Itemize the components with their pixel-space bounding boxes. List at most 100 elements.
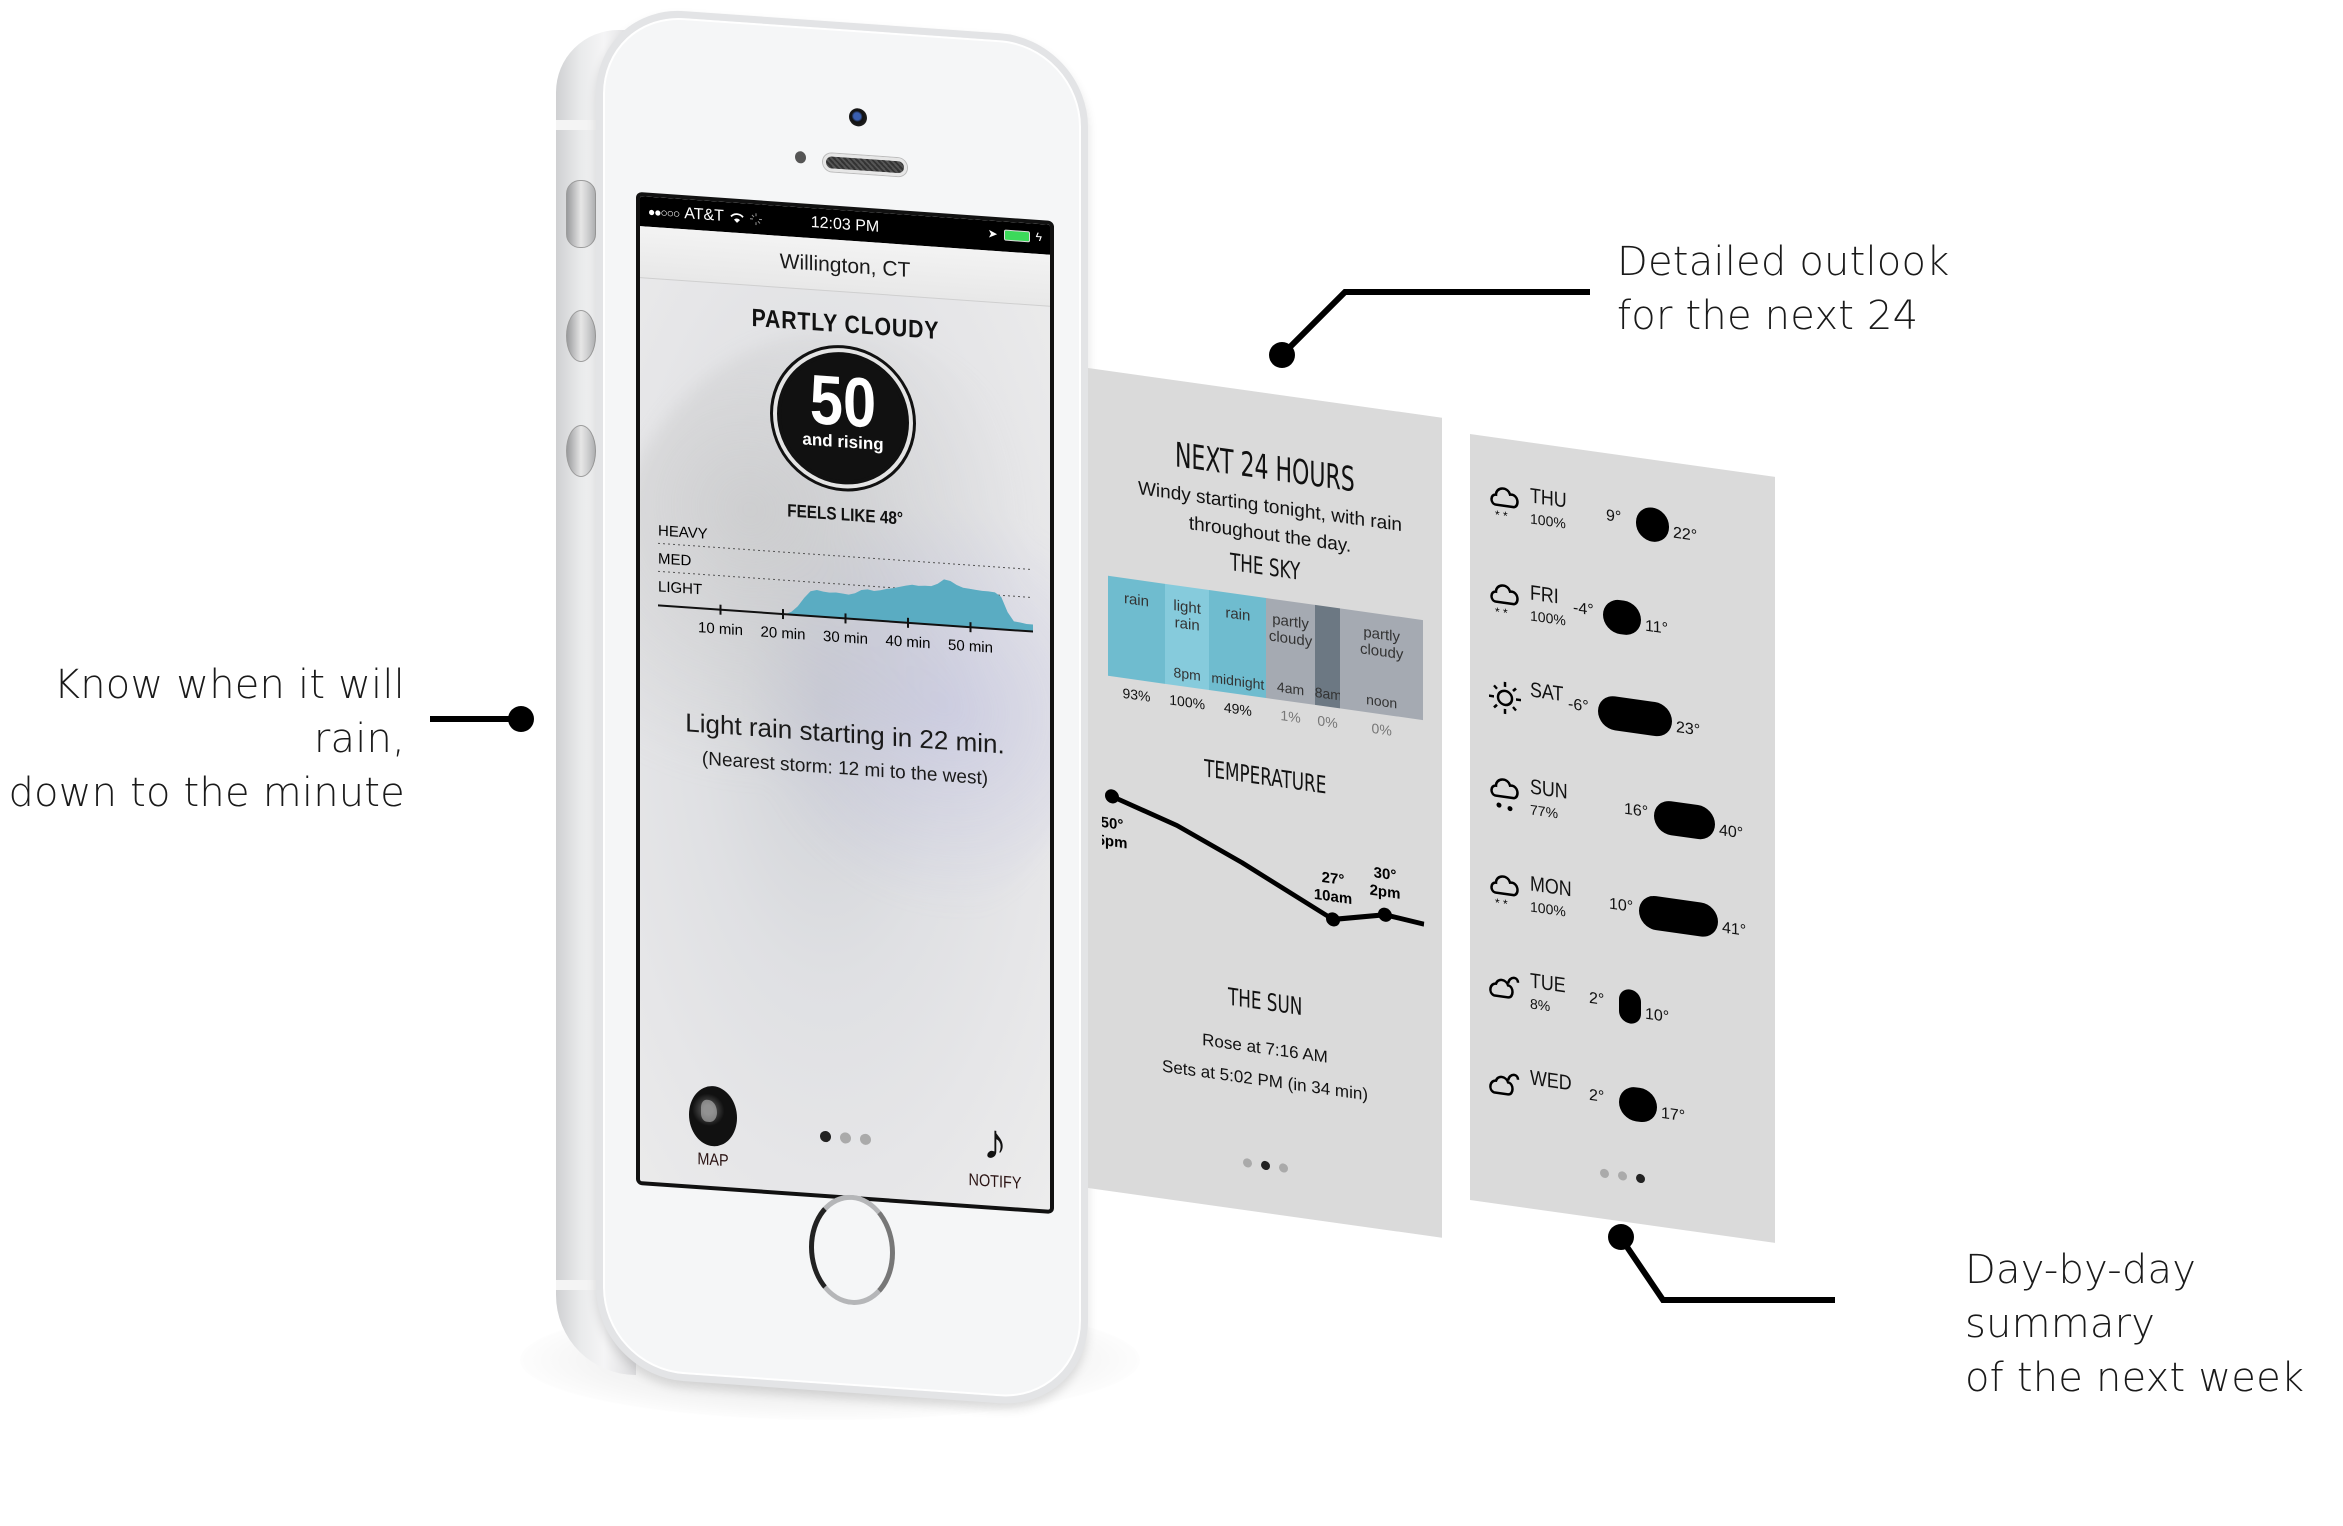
earpiece-speaker [823, 152, 907, 177]
sky-title-text: THE SKY [1229, 547, 1301, 586]
low-temp: 9° [1606, 507, 1622, 527]
low-temp: 2° [1589, 989, 1605, 1009]
sky-condition-label [1315, 617, 1341, 621]
callout-line: Detailed outlook [1617, 239, 1950, 285]
precip-chance: 8% [1530, 995, 1551, 1015]
rain-cloud-icon [1490, 778, 1519, 812]
sky-time-label: 8am [1314, 683, 1342, 704]
wifi-icon [730, 213, 744, 223]
sky-condition-label: light rain [1173, 597, 1201, 635]
low-temp: -4° [1573, 599, 1594, 620]
day-name: TUE [1530, 969, 1572, 999]
sky-segment: partly cloudy noon [1340, 608, 1423, 721]
day-name-text: MON [1530, 872, 1572, 902]
high-temp: 17° [1661, 1104, 1686, 1126]
carrier-label: AT&T [684, 205, 724, 225]
volume-up-button[interactable] [566, 310, 596, 362]
day-name-text: SUN [1530, 775, 1568, 804]
sky-time-label: 4am [1276, 678, 1305, 699]
sky-precip-pct: 0% [1371, 719, 1392, 739]
temperature-point [1326, 912, 1340, 927]
page-dot-2[interactable] [1260, 1160, 1270, 1171]
phone-screen: ●●○○○ AT&T 12:03 PM ➤ ϟ Willington, CT P… [636, 191, 1054, 1215]
day-name: THU [1530, 484, 1573, 514]
callout-line: of the next week [1965, 1355, 2305, 1401]
day-row[interactable]: TUE 8% 2° 10° [1488, 962, 1768, 1061]
music-note-icon: ♪ [982, 1113, 1008, 1171]
callout-line: down to the minute [8, 770, 405, 816]
callout-rain-by-minute: Know when it will rain, down to the minu… [0, 658, 405, 820]
sky-condition-label: partly cloudy [1268, 610, 1313, 651]
day-row[interactable]: WED 2° 17° [1488, 1059, 1768, 1158]
day-name: SAT [1530, 678, 1569, 708]
connector-top-line [1280, 289, 1590, 357]
svg-text:* *: * * [1495, 896, 1508, 912]
proximity-sensor [795, 150, 806, 164]
bolt-icon: ϟ [1035, 229, 1042, 245]
callout-line: Know when it will rain, [53, 662, 405, 762]
sun-title-text: THE SUN [1227, 982, 1303, 1022]
battery-icon [1003, 229, 1030, 242]
temperature-time-label: 5pm [1102, 831, 1127, 852]
sky-precip-pct: 0% [1317, 712, 1338, 732]
high-temp: 23° [1676, 718, 1701, 740]
day-name-text: SAT [1530, 678, 1564, 707]
precip-chance: 77% [1530, 801, 1559, 822]
day-row[interactable]: * * THU 100% 9° 22° [1488, 477, 1768, 576]
page-dot-3[interactable] [1636, 1173, 1645, 1184]
front-camera [849, 107, 867, 127]
phone-front: ●●○○○ AT&T 12:03 PM ➤ ϟ Willington, CT P… [596, 5, 1088, 1410]
sky-precip-pct: 1% [1280, 707, 1301, 726]
page-dot-2[interactable] [839, 1132, 851, 1144]
sky-segment: rain [1108, 575, 1165, 684]
weekly-forecast-panel: * * THU 100% 9° 22° * * FRI 100% -4° 11° SAT -6° 23°… [1470, 434, 1775, 1243]
page-dot-1[interactable] [1242, 1157, 1252, 1168]
page-dot-3[interactable] [1278, 1162, 1288, 1174]
notify-tab-label: NOTIFY [968, 1170, 1022, 1193]
location-arrow-icon: ➤ [987, 226, 998, 242]
sky-segment: 8am [1314, 604, 1342, 709]
page-dot-1[interactable] [819, 1130, 831, 1143]
callout-line: Day-by-day summary [1965, 1247, 2197, 1347]
level-label-heavy: HEAVY [658, 522, 708, 542]
temperature-value-label: 50° [1102, 814, 1123, 834]
snow-cloud-icon: * * [1490, 487, 1519, 523]
day-row[interactable]: * * MON 100% 10° 41° [1488, 865, 1768, 964]
gridline-heavy [658, 542, 1033, 571]
sky-segment: light rain 8pm [1164, 583, 1210, 691]
partly-cloudy-icon [1489, 976, 1520, 999]
page-indicator[interactable] [1470, 1150, 1775, 1202]
page-dot-2[interactable] [1618, 1170, 1627, 1182]
temperature-value-label: 27° [1322, 869, 1345, 889]
page-indicator[interactable] [1088, 1136, 1442, 1195]
day-row[interactable]: * * FRI 100% -4° 11° [1488, 574, 1768, 673]
low-temp: 10° [1609, 895, 1634, 916]
high-temp: 41° [1722, 919, 1747, 940]
day-row[interactable]: SAT -6° 23° [1488, 671, 1768, 770]
rain-tick-label: 10 min [698, 619, 743, 639]
day-name: WED [1530, 1066, 1579, 1097]
mute-switch[interactable] [566, 180, 596, 248]
temp-range-bar [1619, 1084, 1657, 1125]
connector-top-dot [1269, 342, 1295, 368]
level-label-med: MED [658, 550, 691, 569]
connector-bottom-line [1620, 1239, 1835, 1303]
home-button[interactable] [809, 1191, 895, 1308]
precip-chance: 100% [1530, 510, 1566, 532]
callout-day-by-day: Day-by-day summary of the next week [1965, 1243, 2343, 1405]
sky-precip-pct: 93% [1122, 684, 1151, 705]
rain-tick-label: 50 min [948, 637, 993, 657]
day-name-text: TUE [1530, 969, 1566, 998]
page-dot-3[interactable] [859, 1133, 871, 1146]
callout-detailed-outlook: Detailed outlook for the next 24 [1617, 235, 1949, 343]
volume-down-button[interactable] [566, 425, 596, 477]
notify-tab-button[interactable]: ♪ NOTIFY [955, 1113, 1035, 1195]
connector-bottom-dot [1608, 1224, 1634, 1250]
temp-range-bar [1654, 798, 1715, 842]
page-dot-1[interactable] [1600, 1168, 1609, 1179]
sky-condition-label: rain [1225, 604, 1251, 625]
temp-range-bar [1619, 987, 1641, 1026]
temp-range-bar [1639, 893, 1718, 939]
day-row[interactable]: SUN 77% 16° 40° [1488, 768, 1768, 867]
low-temp: 16° [1624, 800, 1649, 822]
